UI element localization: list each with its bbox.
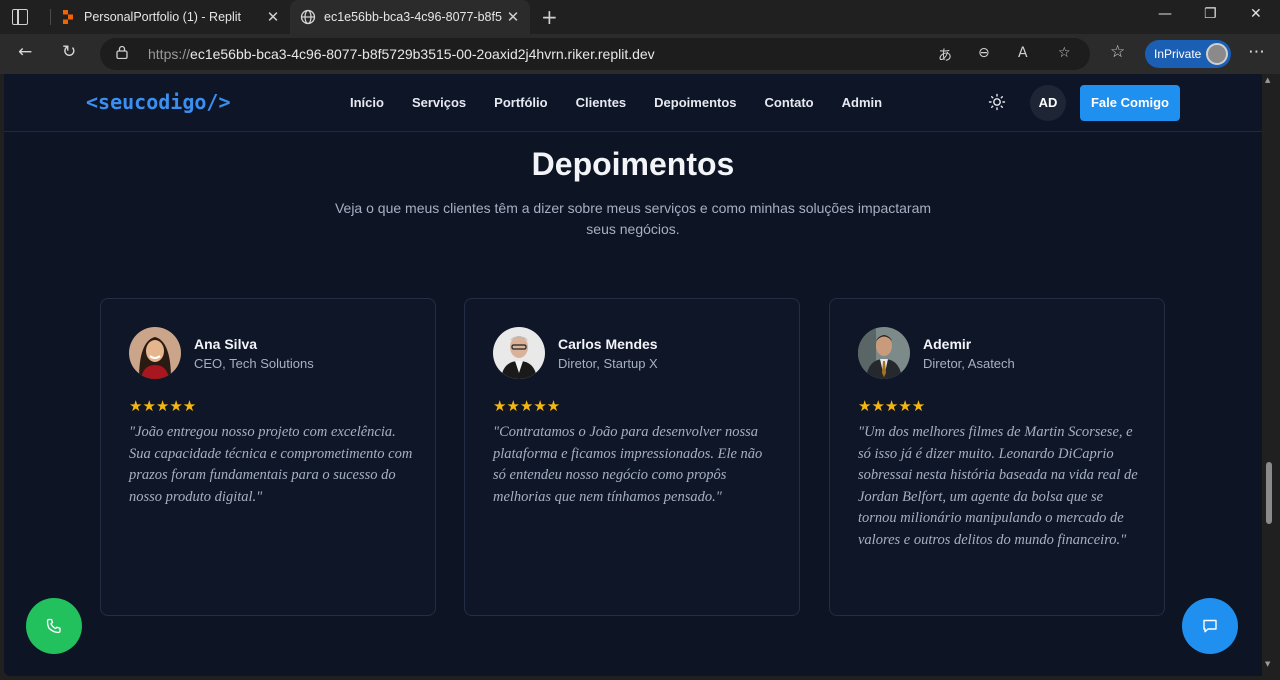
menu-item-inicio[interactable]: Início [350,95,384,110]
chat-button[interactable] [1182,598,1238,654]
read-aloud-icon[interactable]: A [1018,45,1028,61]
refresh-icon[interactable]: ↻ [62,42,76,62]
zoom-icon[interactable]: ⊖ [978,45,990,61]
site-logo[interactable]: <seucodigo/> [86,90,231,114]
replit-icon [63,10,73,24]
url-text[interactable]: https://ec1e56bb-bca3-4c96-8077-b8f5729b… [148,46,655,62]
favorite-star-icon[interactable]: ☆ [1058,45,1071,61]
profile-avatar [1206,43,1228,65]
browser-tab-bar: PersonalPortfolio (1) - Replit ✕ ec1e56b… [0,0,1280,34]
scrollbar-thumb[interactable] [1266,462,1272,524]
client-role: CEO, Tech Solutions [194,356,314,371]
page-scrollbar[interactable]: ▲ ▼ [1262,74,1276,680]
back-icon[interactable]: ← [18,42,32,62]
tab-title: PersonalPortfolio (1) - Replit [84,10,242,24]
testimonial-card: Ana Silva CEO, Tech Solutions ★★★★★ "Joã… [100,298,436,616]
whatsapp-phone-button[interactable] [26,598,82,654]
inprivate-badge[interactable]: InPrivate [1145,40,1231,68]
tab-title: ec1e56bb-bca3-4c96-8077-b8f57 [324,10,502,24]
browser-tab-replit[interactable]: PersonalPortfolio (1) - Replit ✕ [50,0,290,34]
sun-icon[interactable] [988,93,1006,111]
client-name: Ademir [923,336,972,352]
tab-actions-icon[interactable] [12,9,28,25]
testimonial-card: Carlos Mendes Diretor, Startup X ★★★★★ "… [464,298,800,616]
client-photo [493,327,545,379]
menu-item-admin[interactable]: Admin [842,95,882,110]
lock-icon[interactable] [116,45,128,59]
star-rating: ★★★★★ [858,397,926,415]
menu-item-portfolio[interactable]: Portfólio [494,95,547,110]
user-avatar[interactable]: AD [1030,85,1066,121]
menu-item-depoimentos[interactable]: Depoimentos [654,95,736,110]
contact-me-button[interactable]: Fale Comigo [1080,85,1180,121]
address-bar[interactable]: https://ec1e56bb-bca3-4c96-8077-b8f5729b… [100,38,1090,70]
browser-tab-active[interactable]: ec1e56bb-bca3-4c96-8077-b8f57 ✕ [290,0,530,34]
page-viewport: <seucodigo/> Início Serviços Portfólio C… [4,74,1262,676]
more-menu-icon[interactable]: ⋯ [1248,42,1265,62]
globe-icon [300,9,316,25]
favorites-icon[interactable]: ☆ [1110,42,1125,62]
client-photo [858,327,910,379]
new-tab-icon[interactable]: + [541,5,558,29]
client-name: Ana Silva [194,336,258,352]
scroll-down-icon[interactable]: ▼ [1265,660,1270,668]
menu-item-servicos[interactable]: Serviços [412,95,466,110]
client-role: Diretor, Asatech [923,356,1015,371]
testimonial-card: Ademir Diretor, Asatech ★★★★★ "Um dos me… [829,298,1165,616]
section-subtitle: Veja o que meus clientes têm a dizer sob… [334,200,932,237]
testimonial-quote: "Contratamos o João para desenvolver nos… [493,424,763,505]
menu-item-contato[interactable]: Contato [765,95,814,110]
client-photo [129,327,181,379]
chat-bubble-icon [1203,619,1217,633]
client-name: Carlos Mendes [558,336,658,352]
star-rating: ★★★★★ [129,397,197,415]
testimonial-quote: "João entregou nosso projeto com excelên… [129,424,413,505]
browser-toolbar: ← ↻ https://ec1e56bb-bca3-4c96-8077-b8f5… [0,34,1280,74]
main-menu: Início Serviços Portfólio Clientes Depoi… [350,95,882,110]
close-window-icon[interactable]: ✕ [1250,6,1262,22]
read-aloud-translate-icon[interactable]: あ [938,45,952,65]
site-header: <seucodigo/> Início Serviços Portfólio C… [4,74,1262,132]
close-tab-icon[interactable]: ✕ [262,8,284,26]
scroll-up-icon[interactable]: ▲ [1265,76,1270,84]
restore-icon[interactable]: ❐ [1204,6,1217,22]
menu-item-clientes[interactable]: Clientes [576,95,627,110]
client-role: Diretor, Startup X [558,356,658,371]
testimonial-quote: "Um dos melhores filmes de Martin Scorse… [858,424,1138,548]
star-rating: ★★★★★ [493,397,561,415]
phone-icon [46,618,61,634]
close-tab-icon[interactable]: ✕ [502,8,524,26]
minimize-icon[interactable]: — [1158,6,1172,22]
section-title: Depoimentos [531,146,735,182]
